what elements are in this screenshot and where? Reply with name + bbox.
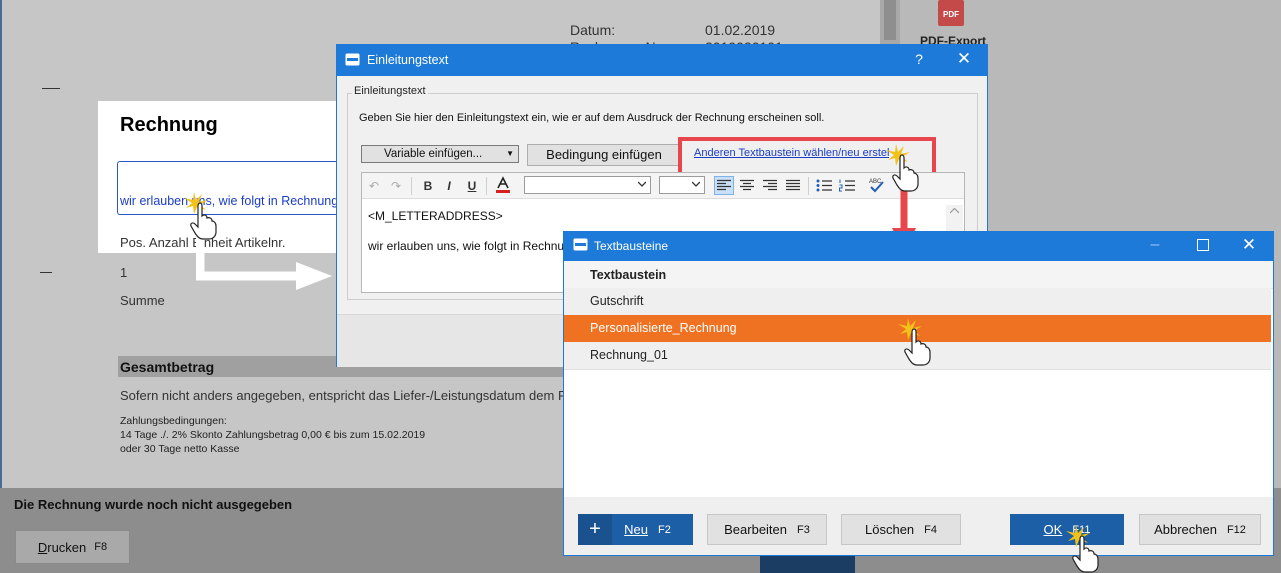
- delivery-note: Sofern nicht anders angegeben, entsprich…: [120, 388, 568, 403]
- font-size-select[interactable]: [659, 176, 705, 194]
- italic-icon[interactable]: I: [441, 178, 457, 194]
- redo-icon[interactable]: ↷: [388, 178, 404, 194]
- delete-button-key: F4: [924, 523, 937, 536]
- chevron-down-icon: ▼: [506, 149, 514, 158]
- pointer-hand-icon: [886, 144, 919, 192]
- pdf-icon[interactable]: PDF: [938, 0, 964, 26]
- chevron-down-icon: [638, 181, 646, 187]
- toolbar-separator: [411, 177, 412, 195]
- intro-hint: Geben Sie hier den Einleitungstext ein, …: [359, 112, 825, 124]
- print-button-label: Drucken: [37, 539, 87, 555]
- textblocks-list-header: [564, 261, 1273, 289]
- new-button-label: Neu: [624, 522, 648, 537]
- spellcheck-icon[interactable]: ABC: [868, 176, 886, 194]
- column-header-textbaustein[interactable]: Textbaustein: [590, 268, 666, 282]
- status-text: Die Rechnung wurde noch nicht ausgegeben: [14, 497, 293, 512]
- insert-variable-label: Variable einfügen...: [384, 148, 483, 160]
- intro-group-label: Einleitungstext: [352, 85, 428, 97]
- pointer-hand-icon: [184, 192, 217, 240]
- print-button-key: F8: [94, 541, 108, 553]
- align-right-icon[interactable]: [763, 179, 777, 192]
- invoice-title: Rechnung: [120, 114, 218, 136]
- total-label: Gesamtbetrag: [120, 359, 215, 375]
- toolbar-separator: [486, 177, 487, 195]
- items-table-row: 1: [120, 265, 128, 280]
- insert-condition-button[interactable]: Bedingung einfügen: [527, 144, 681, 166]
- intro-text-line[interactable]: wir erlauben uns, wie folgt in Rechnung: [120, 194, 338, 208]
- align-center-icon[interactable]: [740, 179, 754, 192]
- payment-terms-line: oder 30 Tage netto Kasse: [120, 443, 240, 455]
- toolbar-separator: [808, 177, 809, 195]
- list-item-label: Personalisierte_Rechnung: [590, 321, 737, 335]
- chevron-down-icon: [692, 181, 700, 187]
- app-icon: [345, 53, 360, 66]
- textblocks-dialog-titlebar[interactable]: [564, 232, 1273, 261]
- bold-icon[interactable]: B: [420, 178, 436, 194]
- insert-variable-select[interactable]: Variable einfügen... ▼: [361, 145, 519, 163]
- delete-button-label: Löschen: [865, 522, 915, 537]
- new-button[interactable]: + Neu F2: [578, 514, 693, 545]
- plus-icon: +: [578, 514, 612, 545]
- date-label: Datum:: [570, 22, 616, 38]
- payment-terms-title: Zahlungsbedingungen:: [120, 415, 227, 427]
- maximize-icon[interactable]: [1197, 239, 1209, 251]
- new-button-key: F2: [658, 523, 671, 536]
- align-left-icon: [717, 179, 731, 191]
- textblocks-dialog-title: Textbausteine: [594, 239, 669, 253]
- preview-scrollbar-thumb[interactable]: [884, 0, 896, 40]
- cancel-button[interactable]: Abbrechen F12: [1139, 514, 1261, 545]
- editor-text-line[interactable]: wir erlauben uns, wie folgt in Rechnung: [368, 239, 577, 253]
- list-item[interactable]: Gutschrift: [564, 288, 1271, 316]
- delete-button[interactable]: Löschen F4: [841, 514, 961, 545]
- print-button[interactable]: Drucken F8: [15, 530, 130, 564]
- cancel-button-key: F12: [1226, 523, 1246, 536]
- font-family-select[interactable]: [524, 176, 651, 194]
- chevron-up-icon[interactable]: [950, 208, 959, 214]
- editor-text-line[interactable]: <M_LETTERADDRESS>: [368, 209, 503, 223]
- cancel-button-label: Abbrechen: [1154, 522, 1217, 537]
- ok-button-label: OK: [1043, 522, 1063, 537]
- pointer-hand-icon: [1066, 525, 1099, 573]
- fold-mark: [42, 88, 60, 89]
- edit-button-label: Bearbeiten: [724, 522, 788, 537]
- edit-button[interactable]: Bearbeiten F3: [707, 514, 827, 545]
- help-icon[interactable]: ?: [912, 51, 926, 67]
- numbered-list-icon[interactable]: [839, 179, 855, 192]
- list-item-label: Rechnung_01: [590, 348, 668, 362]
- intro-dialog-title: Einleitungstext: [367, 53, 449, 67]
- minimize-icon[interactable]: –: [1148, 236, 1162, 254]
- edit-button-key: F3: [797, 523, 810, 536]
- align-justify-icon[interactable]: [786, 179, 800, 192]
- date-value: 01.02.2019: [705, 22, 776, 38]
- font-color-icon[interactable]: [494, 176, 512, 194]
- payment-terms-line: 14 Tage ./. 2% Skonto Zahlungsbetrag 0,0…: [120, 429, 426, 441]
- undo-icon[interactable]: ↶: [366, 178, 382, 194]
- close-icon[interactable]: ✕: [1241, 235, 1257, 255]
- app-icon: [573, 238, 588, 251]
- fold-mark: [40, 272, 52, 273]
- list-item-label: Gutschrift: [590, 294, 644, 308]
- pointer-hand-icon: [898, 318, 931, 366]
- underline-icon[interactable]: U: [464, 178, 480, 194]
- bullet-list-icon[interactable]: [816, 179, 832, 192]
- close-icon[interactable]: ✕: [956, 49, 972, 69]
- sum-label: Summe: [120, 293, 165, 308]
